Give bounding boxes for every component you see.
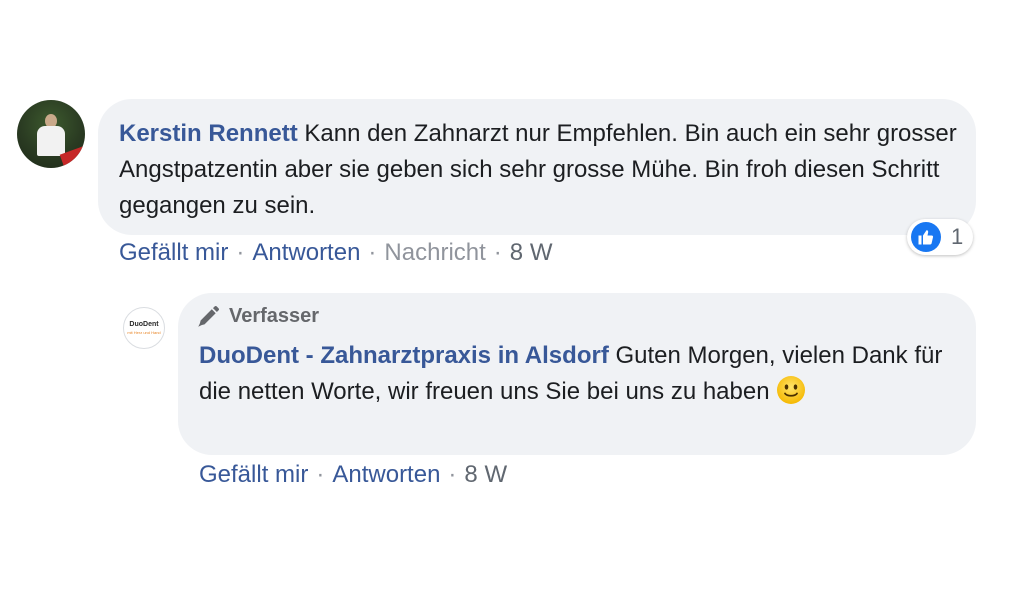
author-badge: Verfasser: [195, 303, 319, 329]
comment-actions: Gefällt mir · Antworten · Nachricht · 8 W: [119, 238, 552, 268]
author-badge-label: Verfasser: [229, 305, 320, 327]
thumbs-up-icon: [911, 222, 941, 252]
reply-link[interactable]: Antworten: [332, 461, 440, 488]
page-avatar[interactable]: DuoDent mit Herz und Hand: [123, 307, 165, 349]
reply-body: DuoDent - Zahnarztpraxis in Alsdorf Gute…: [199, 338, 959, 410]
page-avatar-logo: DuoDent: [129, 321, 159, 328]
reply-actions: Gefällt mir · Antworten · 8 W: [199, 460, 507, 490]
avatar-figure-body: [37, 126, 65, 156]
separator: ·: [448, 461, 457, 488]
separator: ·: [493, 239, 502, 266]
avatar[interactable]: [17, 100, 85, 168]
timestamp[interactable]: 8 W: [510, 239, 553, 266]
reply-author-link[interactable]: DuoDent - Zahnarztpraxis in Alsdorf: [199, 342, 609, 369]
like-link[interactable]: Gefällt mir: [119, 239, 228, 266]
separator: ·: [368, 239, 377, 266]
comment-body: Kerstin Rennett Kann den Zahnarzt nur Em…: [119, 116, 959, 224]
like-link[interactable]: Gefällt mir: [199, 461, 308, 488]
message-link[interactable]: Nachricht: [384, 239, 485, 266]
separator: ·: [316, 461, 325, 488]
slightly-smiling-face-icon: [776, 376, 805, 404]
pen-icon: [198, 305, 220, 327]
separator: ·: [236, 239, 245, 266]
reply-link[interactable]: Antworten: [252, 239, 360, 266]
reaction-summary[interactable]: 1: [907, 219, 973, 255]
timestamp[interactable]: 8 W: [464, 461, 507, 488]
reaction-count: 1: [951, 224, 964, 249]
comment-author-link[interactable]: Kerstin Rennett: [119, 120, 298, 147]
page-avatar-tagline: mit Herz und Hand: [127, 330, 161, 335]
